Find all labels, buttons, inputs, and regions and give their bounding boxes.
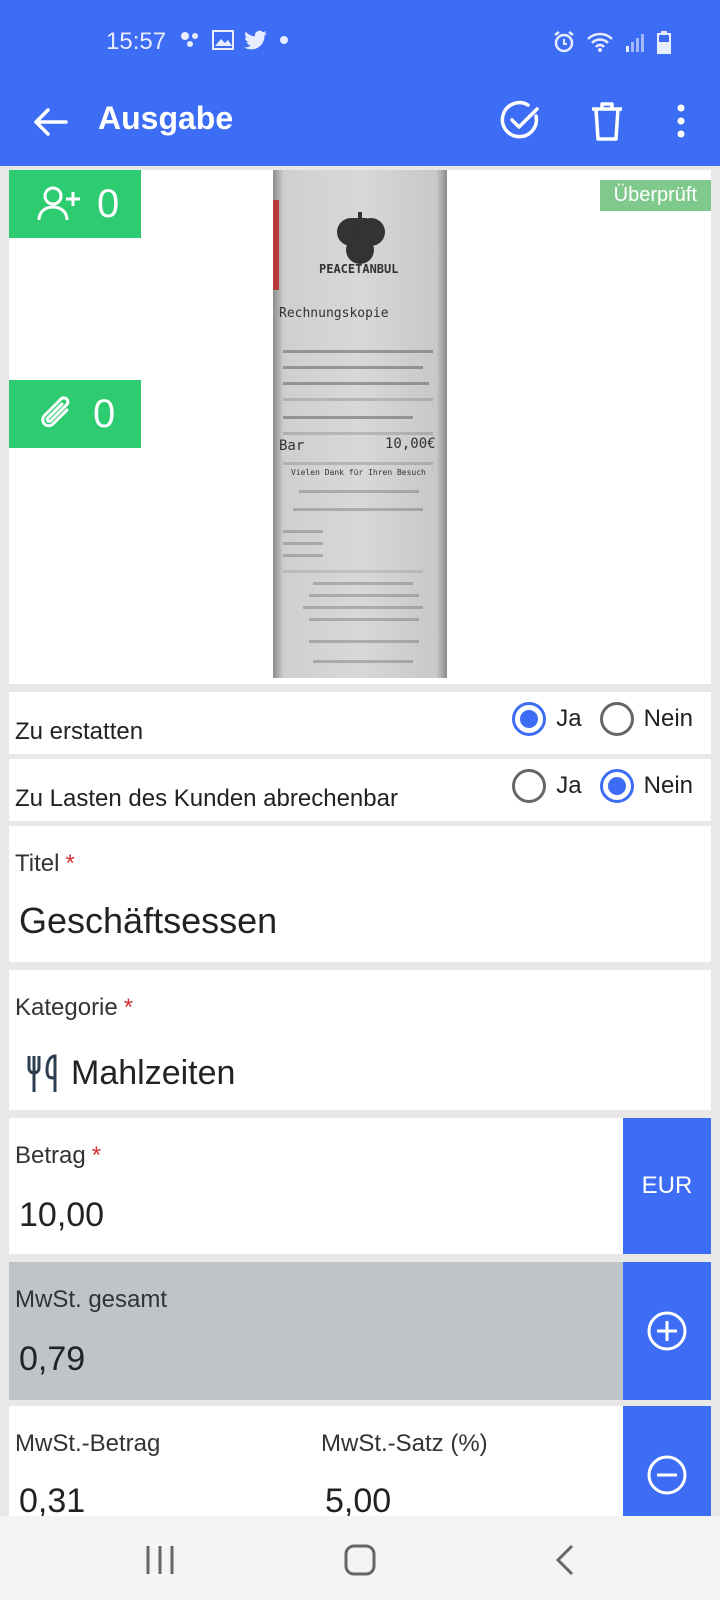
currency-button[interactable]: EUR	[623, 1118, 711, 1254]
required-mark: *	[123, 994, 134, 1021]
delete-trash-icon[interactable]	[584, 98, 630, 144]
plus-circle-icon	[647, 1311, 687, 1351]
category-label: Kategorie *	[15, 994, 134, 1021]
app-bar: Ausgabe	[0, 88, 720, 166]
radio-selected-icon[interactable]	[512, 702, 547, 736]
minus-circle-icon	[647, 1455, 687, 1495]
back-icon[interactable]	[546, 1540, 586, 1580]
participants-count: 0	[97, 181, 120, 226]
vat-rate-label: MwSt.-Satz (%)	[321, 1430, 488, 1457]
recent-apps-icon[interactable]	[140, 1540, 180, 1580]
vat-total-field: MwSt. gesamt 0,79	[9, 1262, 711, 1400]
attachments-button[interactable]: 0	[9, 380, 141, 448]
paperclip-icon	[41, 396, 70, 428]
category-value: Mahlzeiten	[71, 1054, 236, 1092]
billable-no-option[interactable]: Nein	[599, 769, 693, 803]
radio-selected-icon[interactable]	[599, 769, 634, 803]
vat-total-value: 0,79	[19, 1340, 86, 1378]
receipt-bar-label: Bar	[279, 438, 305, 454]
title-field[interactable]: Titel * Geschäftsessen	[9, 826, 711, 962]
vat-total-label: MwSt. gesamt	[15, 1286, 168, 1313]
home-icon[interactable]	[340, 1540, 380, 1580]
title-label: Titel *	[15, 850, 75, 877]
remove-vat-button[interactable]	[623, 1406, 711, 1516]
billable-row: Zu Lasten des Kunden abrechenbar Ja Nein	[9, 759, 711, 821]
dots-icon	[181, 32, 198, 47]
twitter-icon	[244, 30, 267, 50]
add-participant-button[interactable]: 0	[9, 170, 141, 238]
more-vert-icon[interactable]	[658, 98, 704, 144]
amount-label: Betrag *	[15, 1142, 102, 1169]
approve-check-icon[interactable]	[498, 98, 544, 144]
receipt-total: 10,00€	[385, 436, 436, 452]
receipt-card: 0 0 Überprüft PEACETANBUL Rechnungskopie…	[9, 170, 711, 684]
receipt-logo	[337, 212, 385, 264]
signal-icon	[626, 34, 644, 52]
vat-line-row: MwSt.-Betrag 0,31 MwSt.-Satz (%) 5,00	[9, 1406, 711, 1516]
gallery-icon	[212, 30, 234, 50]
back-arrow-icon[interactable]	[30, 102, 70, 142]
refund-yes-option[interactable]: Ja	[512, 702, 582, 736]
radio-unselected-icon[interactable]	[512, 769, 547, 803]
status-time: 15:57	[106, 28, 167, 55]
status-bar: 15:57	[0, 0, 720, 88]
billable-label: Zu Lasten des Kunden abrechenbar	[15, 785, 398, 812]
refund-label: Zu erstatten	[15, 718, 144, 745]
receipt-thanks: Vielen Dank für Ihren Besuch	[291, 468, 426, 477]
vat-amount-value[interactable]: 0,31	[19, 1482, 85, 1516]
amount-field[interactable]: Betrag * 10,00 EUR	[9, 1118, 711, 1254]
fork-knife-icon	[27, 1054, 57, 1092]
refund-no-option[interactable]: Nein	[599, 702, 693, 736]
battery-icon	[657, 31, 671, 54]
add-vat-button[interactable]	[623, 1262, 711, 1400]
vat-amount-label: MwSt.-Betrag	[15, 1430, 161, 1457]
refund-radio-group: Ja Nein	[504, 702, 693, 736]
alarm-icon	[554, 31, 574, 53]
receipt-brand: PEACETANBUL	[319, 262, 399, 276]
required-mark: *	[65, 850, 75, 877]
billable-yes-option[interactable]: Ja	[512, 769, 582, 803]
page-title: Ausgabe	[98, 100, 234, 136]
add-person-icon	[37, 186, 80, 221]
status-badge: Überprüft	[599, 180, 711, 211]
wifi-icon	[587, 32, 613, 52]
vat-rate-value[interactable]: 5,00	[325, 1482, 391, 1516]
attachments-count: 0	[93, 391, 116, 436]
radio-unselected-icon[interactable]	[599, 702, 634, 736]
amount-value[interactable]: 10,00	[19, 1196, 104, 1235]
receipt-heading: Rechnungskopie	[279, 306, 389, 321]
receipt-image[interactable]: PEACETANBUL Rechnungskopie Bar 10,00€ Vi…	[273, 170, 447, 678]
billable-radio-group: Ja Nein	[504, 769, 693, 803]
title-value[interactable]: Geschäftsessen	[19, 900, 277, 942]
refund-row: Zu erstatten Ja Nein	[9, 692, 711, 754]
category-field[interactable]: Kategorie * Mahlzeiten	[9, 970, 711, 1110]
system-nav-bar	[0, 1516, 720, 1600]
required-mark: *	[91, 1142, 102, 1169]
dot-icon	[280, 36, 288, 44]
